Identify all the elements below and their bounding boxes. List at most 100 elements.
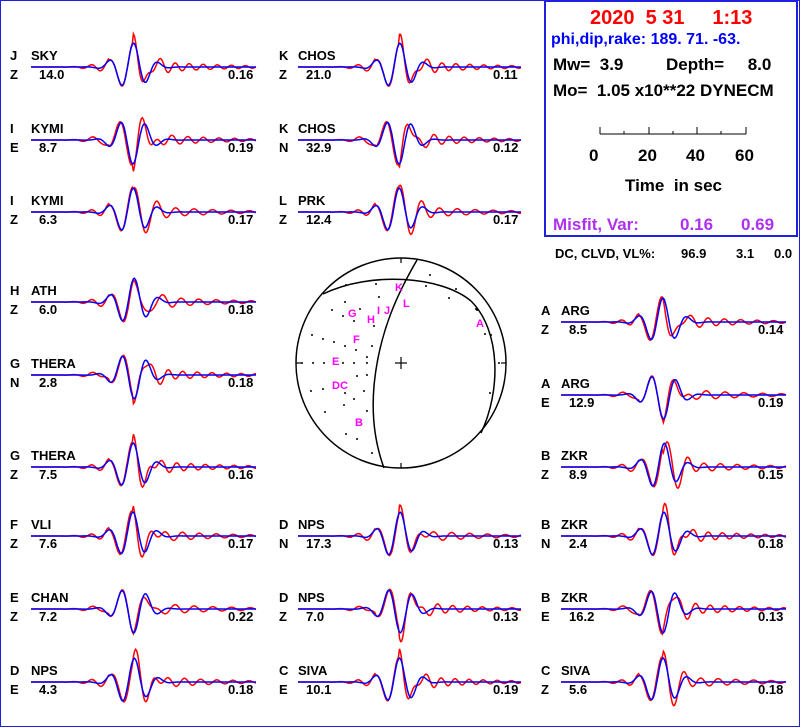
station-dot [344, 392, 346, 394]
observed-waveform [561, 589, 787, 636]
station-polarity-label: F [353, 334, 360, 346]
trace-component: Z [279, 67, 287, 82]
trace-variance: 0.13 [493, 536, 519, 551]
trace-station-name: ZKR [561, 448, 588, 463]
station-polarity-label: G [348, 308, 357, 320]
variance-value: 0.69 [741, 215, 775, 234]
synthetic-waveform [298, 187, 521, 231]
station-dot [353, 362, 355, 364]
station-dot [484, 333, 486, 335]
trace-station-name: NPS [31, 663, 58, 678]
trace-component: Z [10, 467, 18, 482]
synthetic-waveform [31, 187, 256, 231]
station-dot [324, 411, 326, 413]
trace-distance: 8.7 [39, 140, 58, 155]
trace-variance: 0.17 [228, 536, 254, 551]
trace-component: Z [10, 536, 18, 551]
time-axis-label: Time in sec [625, 176, 723, 195]
station-dot [366, 356, 368, 358]
trace-variance: 0.14 [758, 322, 784, 337]
trace-station-name: SIVA [298, 663, 328, 678]
misfit-value: 0.16 [680, 215, 714, 234]
time-tick-60: 60 [735, 146, 754, 165]
trace-network-letter: D [279, 590, 289, 605]
misfit-label: Misfit, Var: [553, 215, 639, 234]
station-dot [344, 301, 346, 303]
trace-distance: 12.9 [569, 395, 595, 410]
synthetic-waveform [31, 511, 256, 555]
trace-network-letter: D [10, 663, 20, 678]
trace-component: Z [10, 212, 18, 227]
station-dot [311, 334, 313, 336]
trace-station-name: CHOS [298, 121, 336, 136]
trace-component: N [279, 536, 289, 551]
trace-station-name: SKY [31, 48, 58, 63]
synthetic-waveform [298, 657, 521, 701]
trace-variance: 0.19 [493, 682, 519, 697]
station-dot [363, 390, 365, 392]
trace-component: E [541, 609, 550, 624]
trace-variance: 0.16 [228, 467, 254, 482]
station-polarity-label: DC [332, 380, 348, 392]
trace-component: E [541, 395, 550, 410]
station-dot [375, 283, 377, 285]
station-dot [331, 309, 333, 311]
trace-distance: 6.3 [39, 212, 58, 227]
trace-station-name: PRK [298, 193, 326, 208]
trace-network-letter: D [279, 517, 289, 532]
station-polarity-label: L [403, 298, 410, 310]
station-dot [475, 308, 477, 310]
trace-distance: 14.0 [39, 67, 65, 82]
trace-network-letter: G [10, 356, 21, 371]
dc-value: 96.9 [681, 246, 707, 261]
trace-distance: 4.3 [39, 682, 58, 697]
time-tick-0: 0 [589, 146, 599, 165]
trace-station-name: CHAN [31, 590, 69, 605]
trace-distance: 32.9 [306, 140, 332, 155]
trace-network-letter: B [541, 448, 551, 463]
station-dot [322, 338, 324, 340]
trace-network-letter: A [541, 303, 551, 318]
trace-component: N [279, 140, 289, 155]
trace-station-name: THERA [31, 448, 76, 463]
station-dot [378, 296, 380, 298]
trace-network-letter: B [541, 590, 551, 605]
station-dot [333, 341, 335, 343]
station-dot [353, 398, 355, 400]
trace-component: Z [10, 302, 18, 317]
station-dot [344, 345, 346, 347]
trace-component: Z [10, 609, 18, 624]
trace-component: Z [279, 212, 287, 227]
station-dot [342, 315, 344, 317]
trace-variance: 0.22 [228, 609, 254, 624]
observed-waveform [298, 648, 522, 702]
dc-clvd-label: DC, CLVD, VL%: [555, 246, 656, 261]
trace-component: N [541, 536, 551, 551]
synthetic-waveform [561, 375, 786, 420]
time-tick-40: 40 [686, 146, 705, 165]
trace-station-name: CHOS [298, 48, 336, 63]
station-dot [371, 345, 373, 347]
trace-distance: 5.6 [569, 682, 588, 697]
station-dot [366, 374, 368, 376]
trace-distance: 16.2 [569, 609, 595, 624]
trace-component: N [10, 375, 20, 390]
synthetic-waveform [561, 511, 786, 556]
trace-variance: 0.12 [493, 140, 519, 155]
time-tick-20: 20 [638, 146, 657, 165]
station-dot [353, 320, 355, 322]
trace-variance: 0.18 [758, 682, 784, 697]
trace-network-letter: I [10, 193, 14, 208]
synthetic-waveform [561, 442, 786, 487]
trace-station-name: NPS [298, 590, 325, 605]
trace-station-name: VLI [31, 517, 52, 532]
trace-distance: 7.6 [39, 536, 58, 551]
trace-component: E [10, 140, 19, 155]
station-polarity-label: J [384, 305, 390, 317]
trace-variance: 0.18 [758, 536, 784, 551]
trace-station-name: KYMI [31, 193, 64, 208]
station-dot [359, 308, 361, 310]
station-dot [356, 375, 358, 377]
trace-distance: 7.2 [39, 609, 58, 624]
station-dot [355, 349, 357, 351]
